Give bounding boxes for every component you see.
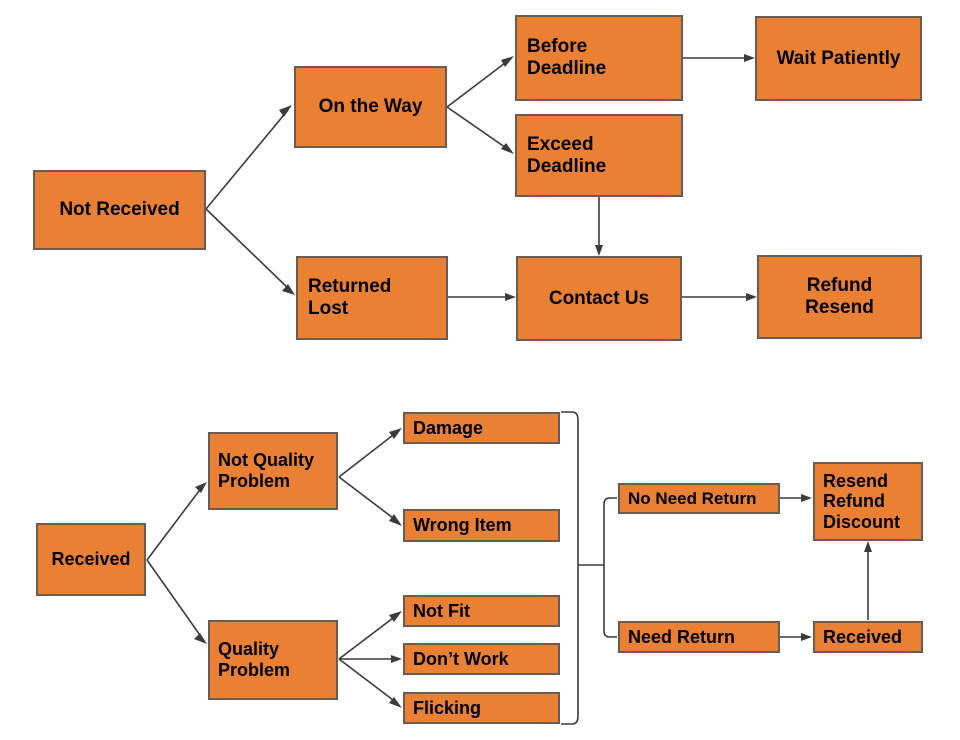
- node-label: Before Deadline: [527, 36, 607, 79]
- node-not-fit[interactable]: Not Fit: [403, 595, 560, 627]
- node-label: Not Fit: [413, 600, 470, 621]
- node-received[interactable]: Received: [36, 523, 146, 596]
- edge-on-the-way-to-before-deadline: [446, 56, 514, 108]
- node-label: Received: [823, 626, 903, 647]
- node-exceed-deadline[interactable]: Exceed Deadline: [515, 114, 683, 197]
- node-received-back[interactable]: Received: [813, 621, 923, 653]
- node-label: Flicking: [413, 697, 482, 718]
- node-returned-lost[interactable]: Returned Lost: [296, 256, 448, 340]
- edge-quality-problem-to-not-fit: [338, 611, 402, 660]
- edge-received-to-not-quality-problem: [146, 482, 207, 561]
- node-contact-us[interactable]: Contact Us: [516, 256, 682, 341]
- node-label: Exceed Deadline: [527, 133, 607, 177]
- node-wait-patiently[interactable]: Wait Patiently: [755, 16, 922, 101]
- edge-returned-lost-to-contact-us: [448, 293, 516, 301]
- node-wrong-item[interactable]: Wrong Item: [403, 509, 560, 542]
- edge-received-back-to-resend-refund-discount: [864, 541, 872, 620]
- node-label: Need Return: [628, 626, 736, 647]
- node-no-need-return[interactable]: No Need Return: [618, 483, 780, 514]
- edge-not-quality-problem-to-damage: [338, 428, 402, 478]
- node-label: Not Quality Problem: [218, 450, 315, 491]
- node-dont-work[interactable]: Don’t Work: [403, 643, 560, 675]
- edge-quality-problem-to-flicking: [338, 658, 402, 708]
- node-flicking[interactable]: Flicking: [403, 692, 560, 724]
- edge-not-received-to-returned-lost: [205, 208, 295, 295]
- node-label: Wrong Item: [413, 515, 512, 536]
- node-label: No Need Return: [628, 488, 757, 508]
- node-label: Contact Us: [548, 287, 650, 309]
- edge-not-received-to-on-the-way: [205, 105, 292, 210]
- edge-exceed-deadline-to-contact-us: [595, 197, 603, 256]
- edge-before-deadline-to-wait-patiently: [683, 54, 755, 62]
- node-label: Received: [51, 549, 131, 570]
- node-label: Don’t Work: [413, 648, 509, 669]
- edge-no-need-return-to-resend-refund-discount: [780, 494, 812, 502]
- node-label: Damage: [413, 417, 484, 438]
- node-not-quality-problem[interactable]: Not Quality Problem: [208, 432, 338, 510]
- flowchart-canvas: Not Received On the Way Returned Lost Be…: [0, 0, 960, 740]
- edge-brace-to-return-options: [603, 497, 617, 638]
- edge-contact-us-to-refund-resend: [682, 293, 757, 301]
- node-not-received[interactable]: Not Received: [33, 170, 206, 250]
- node-before-deadline[interactable]: Before Deadline: [515, 15, 683, 101]
- node-on-the-way[interactable]: On the Way: [294, 66, 447, 148]
- edge-need-return-to-received-back: [780, 633, 812, 641]
- edge-quality-problem-to-dont-work: [339, 655, 402, 663]
- node-label: Quality Problem: [218, 639, 291, 680]
- edge-not-quality-problem-to-wrong-item: [338, 476, 402, 526]
- edge-received-to-quality-problem: [146, 559, 207, 644]
- node-damage[interactable]: Damage: [403, 412, 560, 444]
- node-label: On the Way: [318, 96, 423, 118]
- edge-on-the-way-to-exceed-deadline: [446, 106, 514, 154]
- node-quality-problem[interactable]: Quality Problem: [208, 620, 338, 700]
- node-resend-refund-discount[interactable]: Resend Refund Discount: [813, 462, 923, 541]
- node-refund-resend[interactable]: Refund Resend: [757, 255, 922, 339]
- node-label: Resend Refund Discount: [823, 470, 901, 532]
- node-label: Wait Patiently: [776, 47, 901, 69]
- issue-group-brace: [561, 411, 604, 725]
- node-label: Returned Lost: [308, 276, 392, 319]
- node-label: Not Received: [59, 199, 180, 221]
- node-need-return[interactable]: Need Return: [618, 621, 780, 653]
- node-label: Refund Resend: [805, 275, 874, 318]
